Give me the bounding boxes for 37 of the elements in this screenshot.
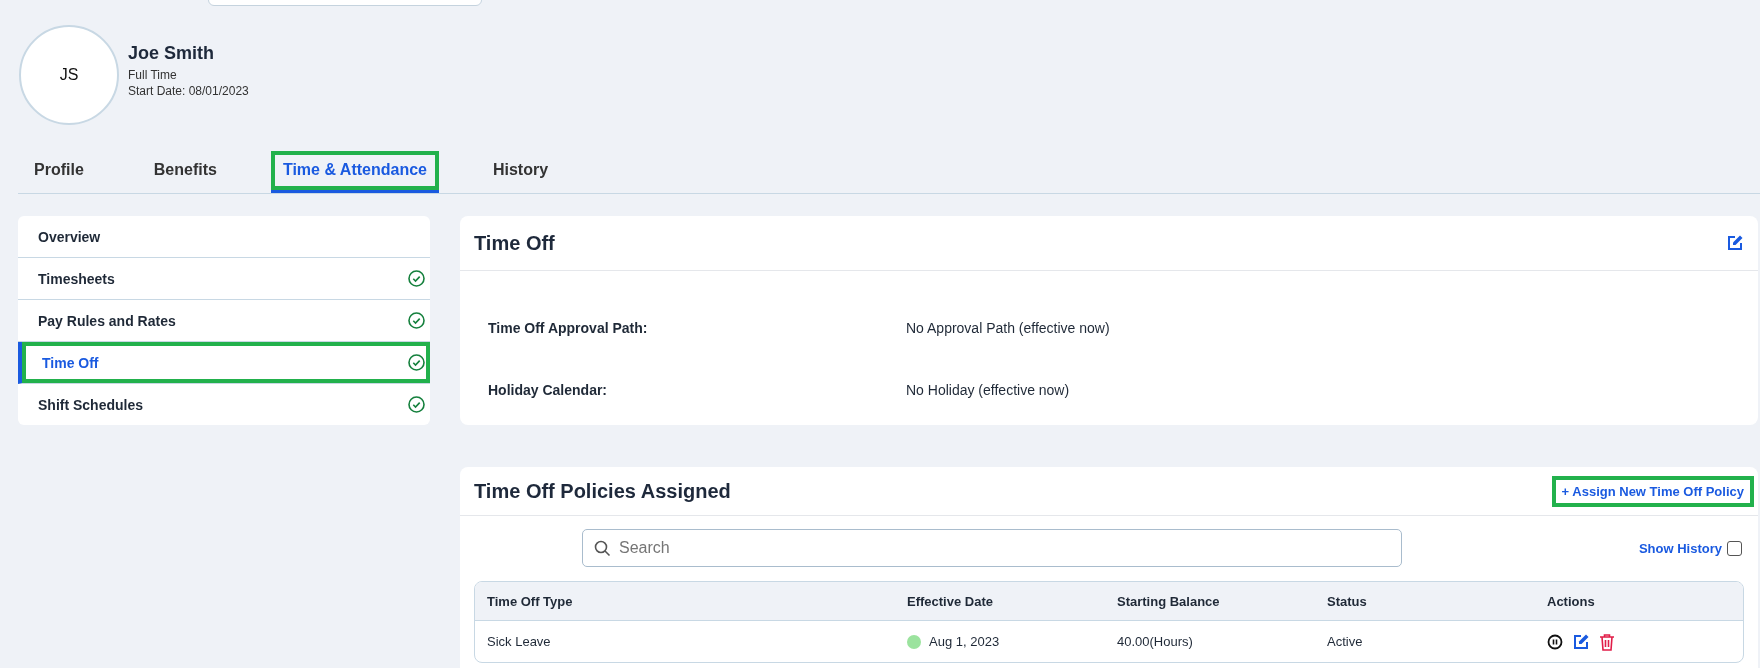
table-cell-text: Sick Leave: [486, 634, 552, 649]
sidebar-item[interactable]: Timesheets: [18, 258, 430, 300]
employment-type: Full Time: [128, 67, 178, 83]
table-cell: Aug 1, 2023: [929, 634, 1000, 649]
sidebar-item[interactable]: Time Off: [18, 342, 430, 384]
field-value: No Holiday (effective now): [906, 382, 1070, 398]
column-header: Starting Balance: [1116, 593, 1221, 609]
sidebar-item[interactable]: Overview: [18, 216, 430, 258]
pause-icon[interactable]: [1547, 633, 1563, 650]
show-history-checkbox[interactable]: [1727, 540, 1742, 556]
field-value: No Approval Path (effective now): [906, 320, 1110, 336]
table-cell-text: 40.00(Hours): [1116, 634, 1194, 649]
card-title: Time Off: [474, 231, 555, 255]
field-label: Time Off Approval Path:: [488, 320, 649, 336]
edit-icon[interactable]: [1726, 234, 1744, 252]
field-label: Holiday Calendar:: [488, 382, 609, 398]
column-header: Time Off Type: [486, 593, 574, 609]
tab[interactable]: Benefits: [137, 151, 233, 193]
employee-name: Joe Smith: [128, 43, 216, 64]
search-field[interactable]: Search: [582, 529, 1402, 567]
start-date: Start Date: 08/01/2023: [128, 83, 249, 99]
card-title: Time Off Policies Assigned: [474, 479, 731, 503]
sidebar-item[interactable]: Shift Schedules: [18, 384, 430, 425]
tab[interactable]: History: [476, 151, 565, 193]
avatar: JS: [19, 25, 119, 125]
column-header: Actions: [1546, 593, 1596, 609]
edit-icon[interactable]: [1572, 632, 1590, 651]
tab[interactable]: Time & Attendance: [270, 151, 439, 193]
column-header: Effective Date: [906, 593, 994, 609]
search-icon: [594, 540, 611, 557]
table-cell-text: Active: [1326, 634, 1364, 649]
sidebar-item[interactable]: Pay Rules and Rates: [18, 300, 430, 342]
trash-icon[interactable]: [1599, 632, 1615, 651]
column-header: Status: [1326, 593, 1368, 609]
tab[interactable]: Profile: [18, 151, 100, 193]
show-history-label[interactable]: Show History: [1638, 540, 1722, 556]
assign-policy-button[interactable]: + Assign New Time Off Policy: [1551, 475, 1754, 507]
